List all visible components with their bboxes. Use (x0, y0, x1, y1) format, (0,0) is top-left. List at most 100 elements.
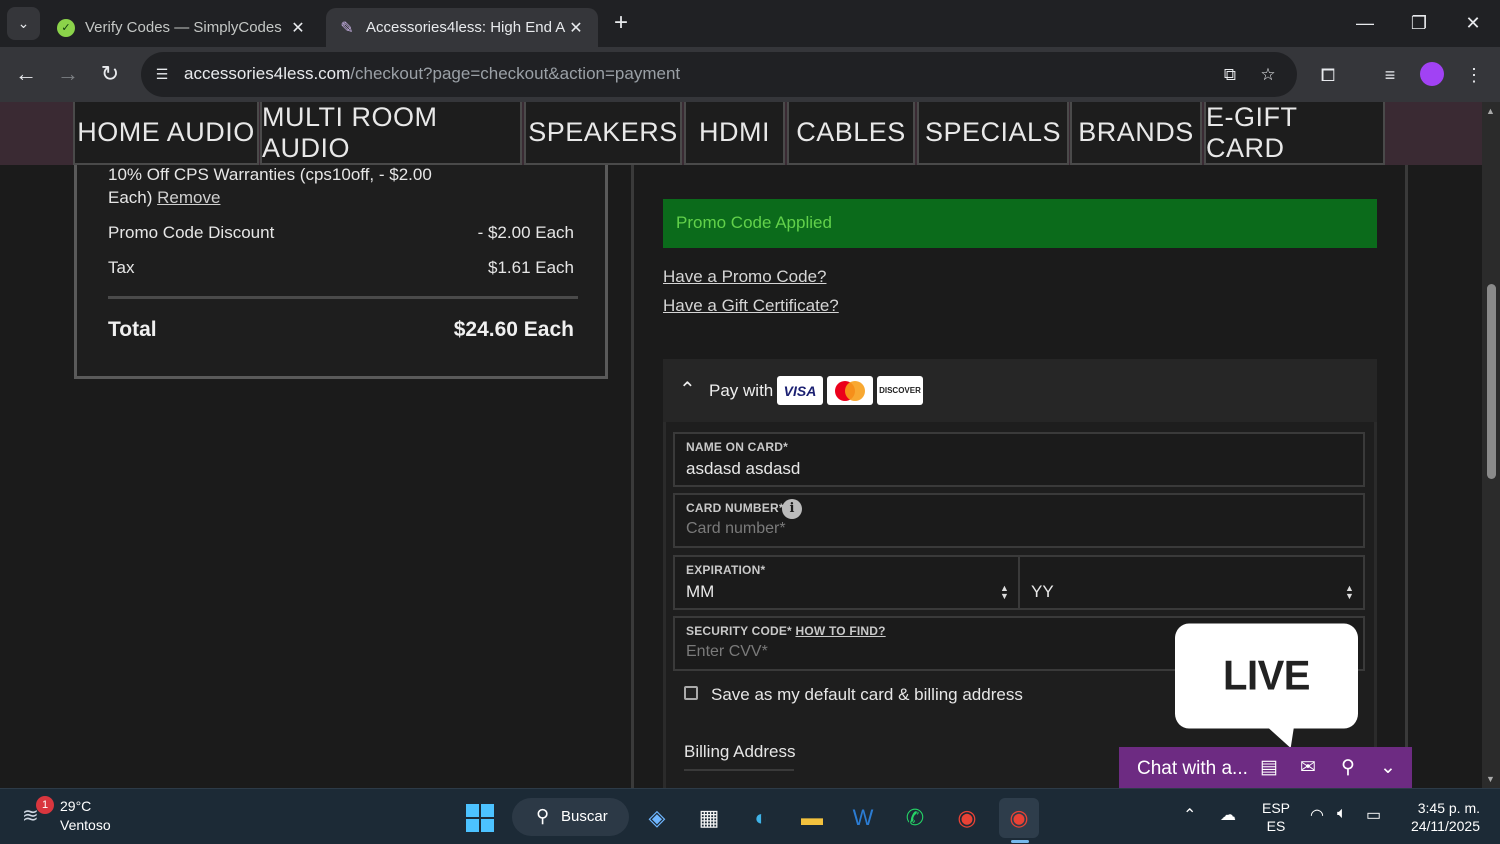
warranty-each-text: Each) (108, 188, 153, 207)
promo-discount-label: Promo Code Discount (108, 223, 275, 242)
have-promo-code-link[interactable]: Have a Promo Code? (663, 267, 826, 287)
expiration-month-select[interactable]: EXPIRATION* MM ▲ ▼ (673, 555, 1020, 610)
whatsapp-icon[interactable]: ✆ (895, 798, 935, 838)
tab-title: Accessories4less: High End Aud (366, 19, 566, 36)
close-tab-icon[interactable]: ✕ (288, 18, 308, 38)
menu-kebab-icon[interactable]: ⋮ (1460, 61, 1488, 89)
chat-bar-text[interactable]: Chat with a... (1137, 758, 1248, 780)
tab-title: Verify Codes — SimplyCodes (85, 19, 282, 36)
tab-simplycodes[interactable]: ✓ Verify Codes — SimplyCodes ✕ (45, 8, 320, 47)
info-icon[interactable]: i (782, 499, 802, 519)
copilot-icon[interactable]: ◈ (637, 798, 677, 838)
total-value: $24.60 Each (453, 318, 574, 341)
url-path: /checkout?page=checkout&action=payment (350, 64, 681, 83)
volume-icon[interactable]: 🔈︎ (1337, 805, 1347, 823)
select-arrows-icon: ▲ ▼ (1345, 583, 1354, 601)
wifi-icon[interactable]: ◠ (1310, 805, 1324, 825)
chrome-profile-icon[interactable]: ◉ (999, 798, 1039, 838)
close-tab-icon[interactable]: ✕ (566, 18, 586, 38)
order-summary: 10% Off CPS Warranties (cps10off, - $2.0… (74, 165, 608, 379)
expiration-month-value: MM (686, 582, 715, 601)
language-indicator[interactable]: ESP ES (1262, 799, 1290, 835)
security-code-label: SECURITY CODE* HOW TO FIND? (686, 624, 886, 638)
restore-icon[interactable]: ❐ (1399, 9, 1439, 37)
card-number-input[interactable]: Card number* (686, 520, 786, 538)
expiration-year-value: YY (1031, 582, 1054, 601)
warranty-discount-line1: 10% Off CPS Warranties (cps10off, - $2.0… (108, 165, 432, 184)
keyboard-code: ES (1266, 818, 1286, 834)
file-explorer-icon[interactable]: ▬ (792, 798, 832, 838)
scroll-down-icon[interactable]: ▼ (1486, 774, 1495, 784)
pay-with-header[interactable]: ⌃ Pay with VISA DISCOVER (663, 359, 1377, 422)
browser-tab-strip: ⌄ ✓ Verify Codes — SimplyCodes ✕ ✎ Acces… (0, 0, 1500, 47)
address-bar[interactable]: ☰ accessories4less.com/checkout?page=che… (141, 52, 1297, 97)
page-content: HOME AUDIO MULTI ROOM AUDIO SPEAKERS HDM… (0, 102, 1482, 788)
total-label: Total (108, 318, 157, 341)
expiration-year-select[interactable]: YY ▲ ▼ (1018, 555, 1365, 610)
chevron-down-icon[interactable]: ⌄ (1375, 755, 1401, 781)
mastercard-logo (827, 376, 873, 405)
edge-icon[interactable]: ◐ (741, 798, 781, 838)
windows-start-icon[interactable] (460, 798, 500, 838)
nav-e-gift-card[interactable]: E-GIFT CARD (1204, 102, 1385, 165)
how-to-find-link[interactable]: HOW TO FIND? (795, 624, 885, 638)
scroll-thumb[interactable] (1487, 284, 1496, 479)
forward-icon[interactable]: → (53, 59, 83, 89)
onedrive-icon[interactable]: ☁ (1220, 805, 1236, 825)
chrome-icon[interactable]: ◉ (947, 798, 987, 838)
promo-applied-banner: Promo Code Applied (663, 199, 1377, 248)
windows-logo (466, 804, 494, 832)
reload-icon[interactable]: ↻ (95, 59, 125, 89)
site-nav: HOME AUDIO MULTI ROOM AUDIO SPEAKERS HDM… (0, 102, 1482, 165)
card-number-label: CARD NUMBER* (686, 501, 784, 515)
chevron-up-icon: ⌃ (679, 379, 696, 401)
save-default-checkbox[interactable] (684, 686, 698, 700)
have-gift-certificate-link[interactable]: Have a Gift Certificate? (663, 296, 839, 316)
chat-message-icon[interactable]: ▤ (1256, 755, 1282, 781)
tray-overflow-icon[interactable]: ⌃ (1183, 805, 1196, 825)
weather-description[interactable]: Ventoso (60, 817, 111, 833)
close-window-icon[interactable]: ✕ (1453, 9, 1493, 37)
minimize-icon[interactable]: — (1345, 9, 1385, 37)
nav-specials[interactable]: SPECIALS (917, 102, 1069, 165)
media-control-icon[interactable]: ≡ (1376, 61, 1404, 89)
clock[interactable]: 3:45 p. m. 24/11/2025 (1398, 799, 1480, 835)
translate-icon[interactable]: ⧉ (1218, 63, 1242, 87)
tab-accessories4less[interactable]: ✎ Accessories4less: High End Aud ✕ (326, 8, 598, 47)
page-scrollbar[interactable]: ▲ ▼ (1482, 102, 1500, 788)
microsoft-store-icon[interactable]: ▦ (689, 798, 729, 838)
word-icon[interactable]: W (843, 798, 883, 838)
name-on-card-field[interactable]: NAME ON CARD* asdasd asdasd (673, 432, 1365, 487)
nav-brands[interactable]: BRANDS (1070, 102, 1202, 165)
nav-cables[interactable]: CABLES (787, 102, 915, 165)
nav-home-audio[interactable]: HOME AUDIO (73, 102, 259, 165)
card-number-field[interactable]: CARD NUMBER* i Card number* (673, 493, 1365, 548)
battery-icon[interactable]: ▭ (1366, 805, 1381, 825)
remove-link[interactable]: Remove (157, 188, 220, 207)
nav-multi-room-audio[interactable]: MULTI ROOM AUDIO (260, 102, 522, 165)
bookmark-star-icon[interactable]: ☆ (1256, 63, 1280, 87)
name-on-card-value[interactable]: asdasd asdasd (686, 459, 800, 479)
column-divider (631, 165, 634, 788)
live-chat-bubble[interactable]: LIVE CHAT (1175, 623, 1358, 788)
location-pin-icon[interactable]: ⚲ (1335, 755, 1361, 781)
visa-logo: VISA (777, 376, 823, 405)
taskbar-search[interactable]: ⚲ Buscar (512, 798, 629, 836)
new-tab-button[interactable]: + (607, 10, 635, 38)
site-info-icon[interactable]: ☰ (151, 63, 173, 85)
chat-bar[interactable]: Chat with a... ▤ ✉ ⚲ ⌄ (1119, 747, 1412, 788)
scroll-up-icon[interactable]: ▲ (1486, 106, 1495, 116)
select-arrows-icon: ▲ ▼ (1000, 583, 1009, 601)
back-icon[interactable]: ← (11, 59, 41, 89)
nav-hdmi[interactable]: HDMI (684, 102, 785, 165)
url-text[interactable]: accessories4less.com/checkout?page=check… (184, 64, 680, 84)
cvv-input[interactable]: Enter CVV* (686, 643, 768, 661)
tab-search-button[interactable]: ⌄ (7, 7, 40, 40)
extensions-icon[interactable]: ⧠ (1314, 61, 1342, 89)
save-default-label[interactable]: Save as my default card & billing addres… (711, 685, 1023, 705)
clock-time: 3:45 p. m. (1417, 800, 1480, 816)
profile-avatar[interactable] (1420, 62, 1444, 86)
email-icon[interactable]: ✉ (1295, 755, 1321, 781)
weather-temperature[interactable]: 29°C (60, 798, 91, 814)
nav-speakers[interactable]: SPEAKERS (524, 102, 682, 165)
